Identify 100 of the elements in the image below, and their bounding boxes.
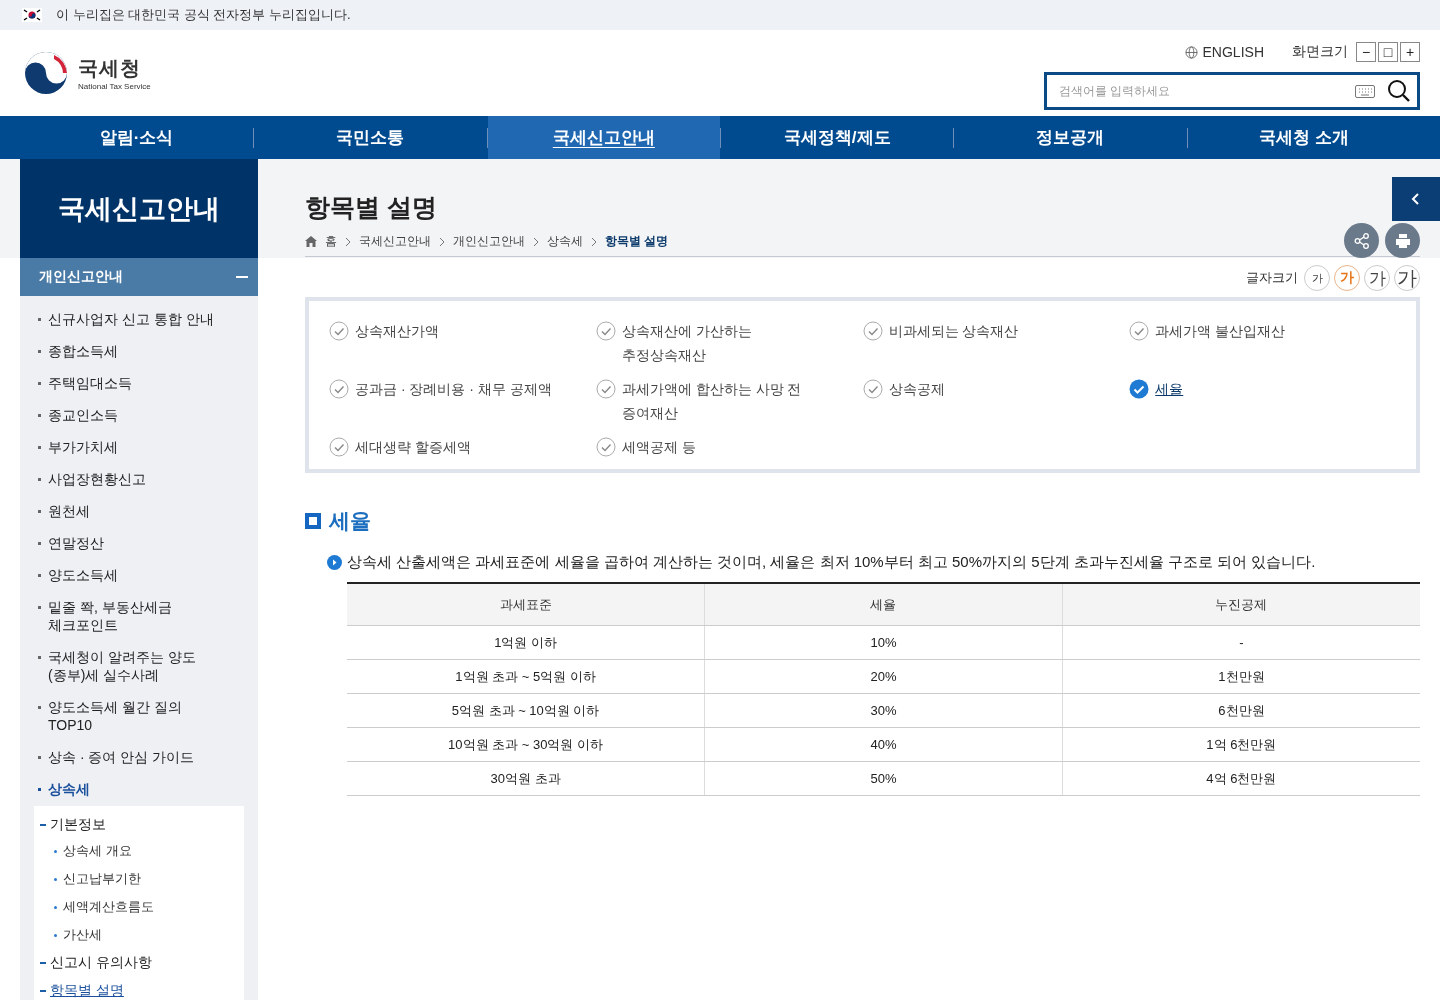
- nav-tab[interactable]: 알림·소식: [20, 116, 254, 159]
- search-icon[interactable]: [1387, 79, 1411, 103]
- submenu-item[interactable]: 항목별 설명: [40, 982, 244, 1000]
- zoom-button[interactable]: □: [1378, 42, 1398, 62]
- index-link[interactable]: 과세가액에 합산하는 사망 전 증여재산: [595, 377, 863, 425]
- column-header: 세율: [704, 583, 1063, 626]
- sidebar-item[interactable]: 주택임대소득: [20, 374, 258, 392]
- sidebar-item[interactable]: 밑줄 쫙, 부동산세금 체크포인트: [20, 598, 258, 634]
- index-link[interactable]: 상속공제: [862, 377, 1130, 401]
- sidebar-item[interactable]: 종합소득세: [20, 342, 258, 360]
- sidebar-item[interactable]: 사업장현황신고: [20, 470, 258, 488]
- submenu-link[interactable]: 신고납부기한: [54, 870, 244, 888]
- index-link[interactable]: 세액공제 등: [595, 435, 863, 459]
- sidebar-item[interactable]: 양도소득세 월간 질의 TOP10: [20, 698, 258, 734]
- zoom-button[interactable]: +: [1400, 42, 1420, 62]
- check-circle-icon: [1129, 379, 1150, 399]
- square-bullet-icon: [305, 513, 321, 529]
- breadcrumb-link[interactable]: 개인신고안내: [453, 233, 525, 250]
- table-cell: 1억 6천만원: [1062, 727, 1420, 762]
- font-size-button[interactable]: 가: [1364, 265, 1390, 291]
- sidebar-item[interactable]: 연말정산: [20, 534, 258, 552]
- check-circle-icon: [862, 321, 883, 341]
- logo-name: 국세청: [78, 56, 142, 81]
- sidebar-item[interactable]: 부가가치세: [20, 438, 258, 456]
- sidebar-item[interactable]: 상속 · 증여 안심 가이드: [20, 748, 258, 766]
- breadcrumb-link[interactable]: 홈: [325, 233, 337, 250]
- print-icon: [1393, 231, 1412, 250]
- table-cell: 1천만원: [1062, 659, 1420, 694]
- table-cell: 1억원 이하: [347, 625, 705, 660]
- table-cell: 30억원 초과: [347, 761, 705, 796]
- check-circle-icon: [1129, 321, 1150, 341]
- panel-toggle-button[interactable]: [1392, 177, 1440, 221]
- search-field[interactable]: 검색어를 입력하세요: [1044, 72, 1420, 110]
- share-icon: [1352, 231, 1371, 250]
- print-button[interactable]: [1385, 223, 1420, 258]
- sidebar-item[interactable]: 원천세: [20, 502, 258, 520]
- index-link[interactable]: 비과세되는 상속재산: [862, 319, 1130, 343]
- logo-subtitle: National Tax Service: [78, 82, 151, 91]
- table-cell: -: [1062, 625, 1420, 660]
- table-cell: 20%: [704, 659, 1063, 694]
- check-circle-icon: [595, 379, 616, 399]
- nav-tab[interactable]: 국민소통: [254, 116, 487, 159]
- submenu-item[interactable]: 신고시 유의사항: [40, 954, 244, 972]
- column-header: 누진공제: [1062, 583, 1420, 626]
- index-link[interactable]: 상속재산에 가산하는 추정상속재산: [595, 319, 863, 367]
- sidebar-item[interactable]: 양도소득세: [20, 566, 258, 584]
- table-cell: 6천만원: [1062, 693, 1420, 728]
- table-cell: 1억원 초과 ~ 5억원 이하: [347, 659, 705, 694]
- sidebar-title: 국세신고안내: [20, 159, 258, 258]
- check-circle-icon: [329, 321, 349, 341]
- submenu-link[interactable]: 가산세: [54, 926, 244, 944]
- sidebar-section-header[interactable]: 개인신고안내: [20, 258, 258, 296]
- submenu-item[interactable]: 기본정보: [40, 816, 244, 834]
- table-cell: 10%: [704, 625, 1063, 660]
- sidebar-item[interactable]: 국세청이 알려주는 양도 (종부)세 실수사례: [20, 648, 258, 684]
- table-cell: 5억원 초과 ~ 10억원 이하: [347, 693, 705, 728]
- font-size-button[interactable]: 가: [1394, 265, 1420, 291]
- flag-icon: [22, 8, 42, 22]
- globe-icon: [1184, 45, 1198, 59]
- nav-tab[interactable]: 국세청 소개: [1187, 116, 1420, 159]
- gov-banner-text: 이 누리집은 대한민국 공식 전자정부 누리집입니다.: [56, 6, 351, 24]
- font-size-button[interactable]: 가: [1304, 265, 1330, 291]
- breadcrumb-link[interactable]: 국세신고안내: [359, 233, 431, 250]
- check-circle-icon: [329, 379, 349, 399]
- search-input[interactable]: 검색어를 입력하세요: [1057, 83, 1355, 99]
- sidebar-item[interactable]: 상속세: [20, 780, 258, 798]
- zoom-label: 화면크기: [1292, 43, 1348, 61]
- sidebar-item[interactable]: 신규사업자 신고 통합 안내: [20, 310, 258, 328]
- table-cell: 4억 6천만원: [1062, 761, 1420, 796]
- nav-tab[interactable]: 국세신고안내: [487, 116, 720, 159]
- index-link[interactable]: 세대생략 할증세액: [329, 435, 596, 459]
- index-link[interactable]: 상속재산가액: [329, 319, 596, 343]
- table-cell: 10억원 초과 ~ 30억원 이하: [347, 727, 705, 762]
- play-circle-icon: [327, 555, 342, 570]
- chevron-right-icon: [533, 236, 539, 247]
- breadcrumb-link[interactable]: 상속세: [547, 233, 583, 250]
- nav-tab[interactable]: 국세정책/제도: [721, 116, 954, 159]
- chevron-right-icon: [439, 236, 445, 247]
- keyboard-icon[interactable]: [1355, 84, 1375, 98]
- home-icon[interactable]: [305, 236, 317, 247]
- check-circle-icon: [595, 321, 616, 341]
- chevron-right-icon: [591, 236, 597, 247]
- index-link[interactable]: 세율: [1129, 377, 1396, 401]
- minus-icon: [236, 276, 248, 278]
- submenu-link[interactable]: 세액계산흐름도: [54, 898, 244, 916]
- breadcrumb-link[interactable]: 항목별 설명: [605, 233, 669, 250]
- index-link[interactable]: 공과금 · 장례비용 · 채무 공제액: [329, 377, 596, 401]
- logo-icon: [24, 51, 68, 95]
- section-note: 상속세 산출세액은 과세표준에 세율을 곱하여 계산하는 것이며, 세율은 최저 10%부터 최고 50%까지의 5단계 초과누진세율 구조로 되어 있습니다.: [347, 553, 1316, 572]
- chevron-left-icon: [1410, 192, 1422, 206]
- page-title: 항목별 설명: [305, 192, 437, 223]
- zoom-button[interactable]: −: [1356, 42, 1376, 62]
- nav-tab[interactable]: 정보공개: [954, 116, 1187, 159]
- sidebar-item[interactable]: 종교인소득: [20, 406, 258, 424]
- table-cell: 40%: [704, 727, 1063, 762]
- table-cell: 50%: [704, 761, 1063, 796]
- english-link[interactable]: ENGLISH: [1184, 44, 1264, 60]
- index-link[interactable]: 과세가액 불산입재산: [1129, 319, 1396, 343]
- share-button[interactable]: [1344, 223, 1379, 258]
- submenu-link[interactable]: 상속세 개요: [54, 842, 244, 860]
